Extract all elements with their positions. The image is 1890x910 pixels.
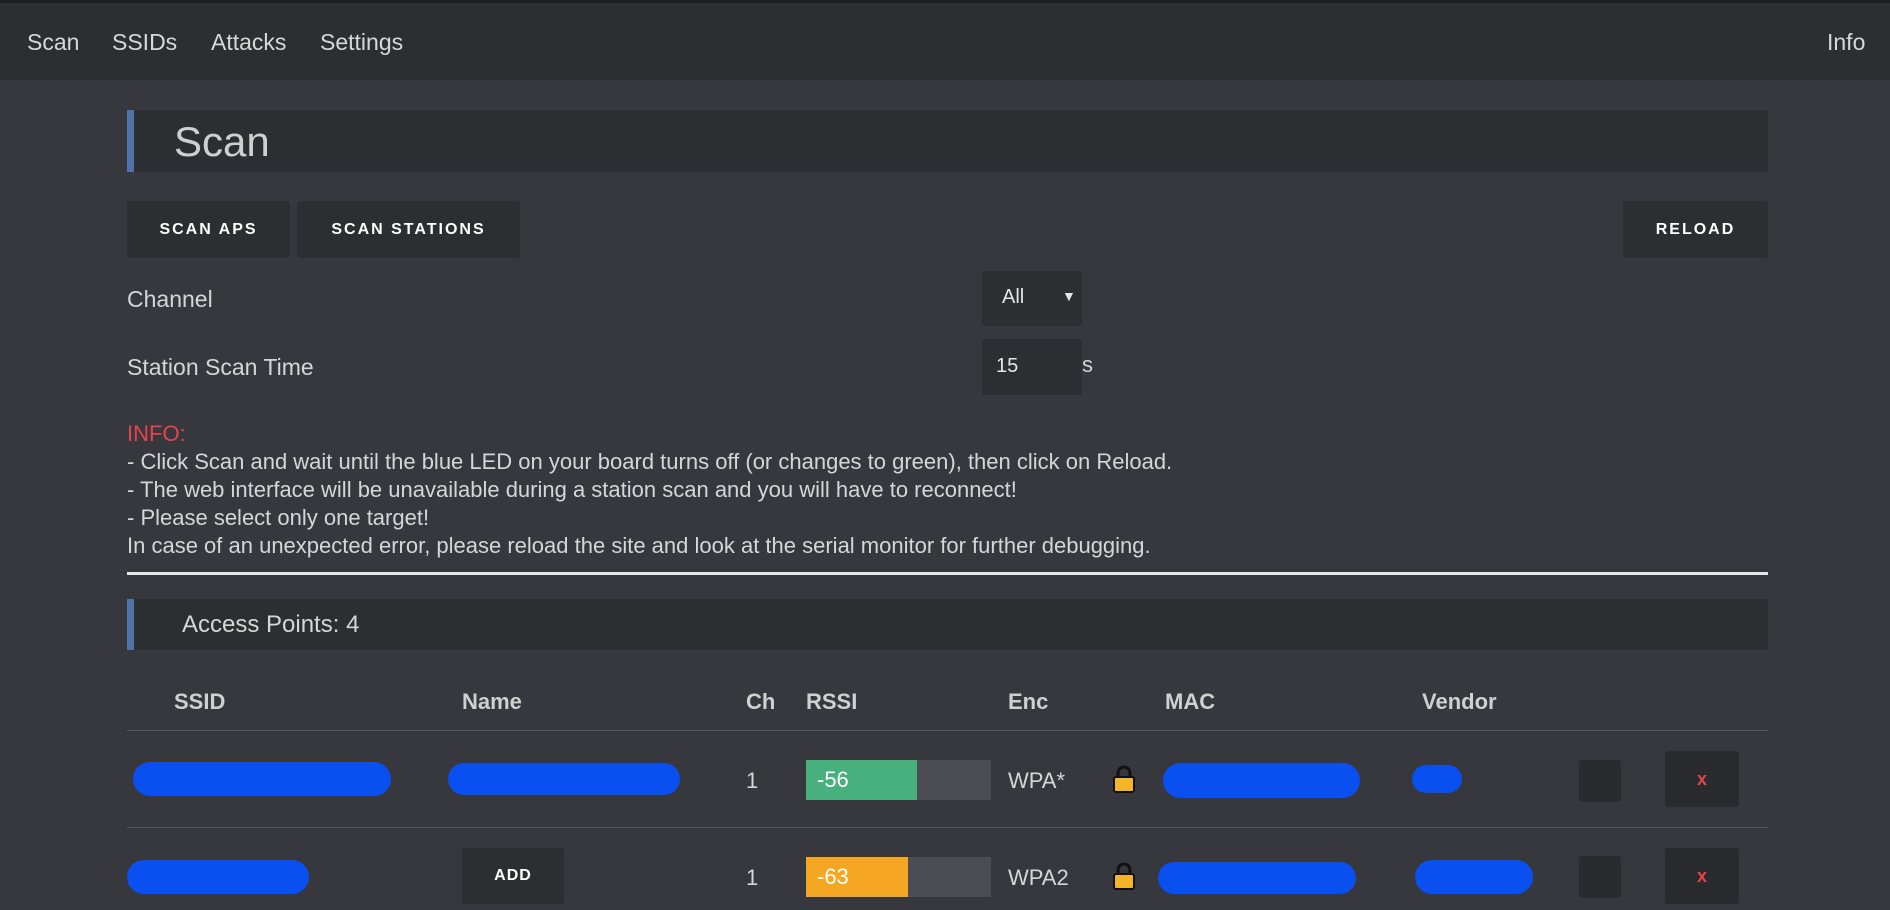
info-line: In case of an unexpected error, please r… — [127, 533, 1151, 558]
name-redacted — [448, 763, 680, 795]
info-line: - Click Scan and wait until the blue LED… — [127, 449, 1173, 474]
channel-value: 1 — [746, 768, 759, 793]
lock-icon — [1113, 862, 1135, 890]
nav-info[interactable]: Info — [1827, 29, 1865, 56]
lock-icon — [1113, 765, 1135, 793]
col-mac: MAC — [1165, 689, 1216, 714]
col-name: Name — [462, 689, 522, 714]
table-row-divider — [127, 730, 1768, 731]
col-rssi: RSSI — [806, 689, 858, 714]
select-checkbox[interactable] — [1579, 760, 1621, 802]
station-scan-time-unit: s — [1082, 352, 1093, 377]
scan-aps-button[interactable]: SCAN APS — [127, 201, 290, 258]
ssid-redacted — [133, 762, 391, 796]
reload-button[interactable]: RELOAD — [1623, 201, 1768, 258]
rssi-bar: -63 — [806, 857, 991, 897]
station-scan-time-label: Station Scan Time — [127, 354, 314, 380]
access-points-header: Access Points: 4 — [127, 599, 1768, 650]
station-scan-time-input[interactable]: 15 — [982, 339, 1082, 395]
delete-button[interactable]: x — [1665, 751, 1739, 807]
channel-value: 1 — [746, 865, 759, 890]
chevron-down-icon: ▼ — [1062, 288, 1076, 304]
mac-redacted — [1163, 763, 1360, 798]
info-block: INFO: - Click Scan and wait until the bl… — [127, 420, 1172, 560]
add-name-button[interactable]: ADD — [462, 848, 564, 904]
top-nav: Scan SSIDs Attacks Settings Info — [0, 0, 1890, 80]
col-vendor: Vendor — [1422, 689, 1497, 714]
mac-redacted — [1158, 862, 1356, 894]
nav-ssids[interactable]: SSIDs — [112, 29, 177, 56]
col-ssid: SSID — [174, 689, 226, 714]
rssi-value: -63 — [817, 864, 849, 889]
col-ch: Ch — [746, 689, 776, 714]
rssi-value: -56 — [817, 767, 849, 792]
divider — [127, 572, 1768, 575]
encryption-value: WPA2 — [1008, 865, 1069, 890]
vendor-redacted — [1415, 860, 1533, 894]
ssid-redacted — [127, 860, 309, 894]
page-title-box: Scan — [127, 110, 1768, 172]
access-points-count: Access Points: 4 — [182, 611, 360, 638]
scan-stations-button[interactable]: SCAN STATIONS — [297, 201, 520, 258]
table-row-divider — [127, 827, 1768, 828]
delete-button[interactable]: x — [1665, 848, 1739, 904]
encryption-value: WPA* — [1008, 768, 1066, 793]
col-enc: Enc — [1008, 689, 1049, 714]
station-scan-time-value: 15 — [996, 355, 1019, 377]
nav-scan[interactable]: Scan — [27, 29, 79, 56]
nav-attacks[interactable]: Attacks — [211, 29, 286, 56]
page-title: Scan — [174, 118, 270, 165]
info-line: - The web interface will be unavailable … — [127, 477, 1017, 502]
select-checkbox[interactable] — [1579, 856, 1621, 898]
rssi-bar: -56 — [806, 760, 991, 800]
info-line: - Please select only one target! — [127, 505, 430, 530]
rssi-bar-fill: -63 — [806, 857, 908, 897]
channel-select-value: All — [1002, 286, 1025, 308]
channel-select[interactable]: All ▼ — [982, 271, 1082, 326]
nav-settings[interactable]: Settings — [320, 29, 403, 56]
channel-label: Channel — [127, 286, 213, 312]
rssi-bar-fill: -56 — [806, 760, 917, 800]
info-heading: INFO: — [127, 421, 186, 446]
vendor-redacted — [1412, 765, 1462, 793]
